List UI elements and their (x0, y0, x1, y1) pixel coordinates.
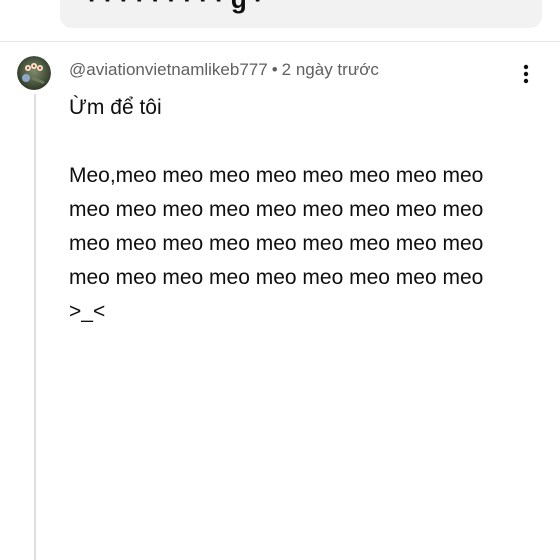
author-name[interactable]: @aviationvietnamlikeb777 (69, 60, 268, 79)
comment-header: @aviationvietnamlikeb777 • 2 ngày trước (69, 59, 529, 81)
comment: @aviationvietnamlikeb777 • 2 ngày trước Ừm… (69, 59, 529, 329)
thread-line (34, 94, 36, 560)
avatar[interactable] (17, 56, 51, 90)
more-vertical-icon (523, 64, 529, 84)
previous-comment-fragment: · · · · · · · · · g · (88, 0, 263, 15)
previous-comment-card: · · · · · · · · · g · (60, 0, 542, 28)
more-options-button[interactable] (512, 60, 540, 88)
avatar-icon (17, 56, 51, 90)
divider (0, 41, 560, 42)
comment-timestamp[interactable]: 2 ngày trước (282, 60, 379, 79)
comment-text: Ừm để tôi Meo,meo meo meo meo meo meo me… (69, 96, 484, 323)
meta-separator: • (271, 60, 278, 79)
